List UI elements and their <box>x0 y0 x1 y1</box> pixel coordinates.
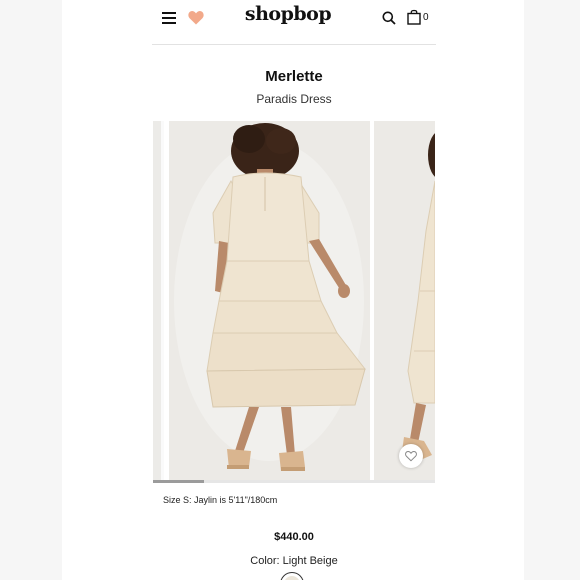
shopping-bag-icon[interactable] <box>407 9 421 25</box>
heart-icon[interactable] <box>188 10 204 25</box>
model-size-note: Size S: Jaylin is 5'11"/180cm <box>163 495 278 505</box>
product-image-main[interactable] <box>169 121 370 481</box>
menu-icon[interactable] <box>162 12 176 24</box>
selected-color-label: Color: Light Beige <box>250 555 338 567</box>
site-header: shopbop 0 <box>62 0 524 44</box>
add-to-favorites-button[interactable] <box>399 444 423 468</box>
shopbop-logo[interactable]: shopbop <box>242 3 334 25</box>
dress-side-photo <box>374 121 435 481</box>
dress-back-photo <box>169 121 370 481</box>
header-divider <box>152 44 436 45</box>
product-image-carousel[interactable] <box>153 121 435 481</box>
brand-name[interactable]: Merlette <box>152 68 436 85</box>
color-swatch-light-beige[interactable] <box>280 572 304 580</box>
carousel-progress-fill <box>153 480 204 483</box>
product-price: $440.00 <box>274 531 314 543</box>
previous-product-image[interactable] <box>153 121 164 481</box>
next-product-image[interactable] <box>374 121 435 481</box>
bag-count: 0 <box>423 12 429 23</box>
product-page: shopbop 0 Merlette Paradis Dress Size S:… <box>62 0 524 580</box>
heart-outline-icon <box>405 450 417 462</box>
carousel-progress-bar <box>153 480 435 483</box>
product-name: Paradis Dress <box>256 92 332 106</box>
search-icon[interactable] <box>382 11 396 25</box>
